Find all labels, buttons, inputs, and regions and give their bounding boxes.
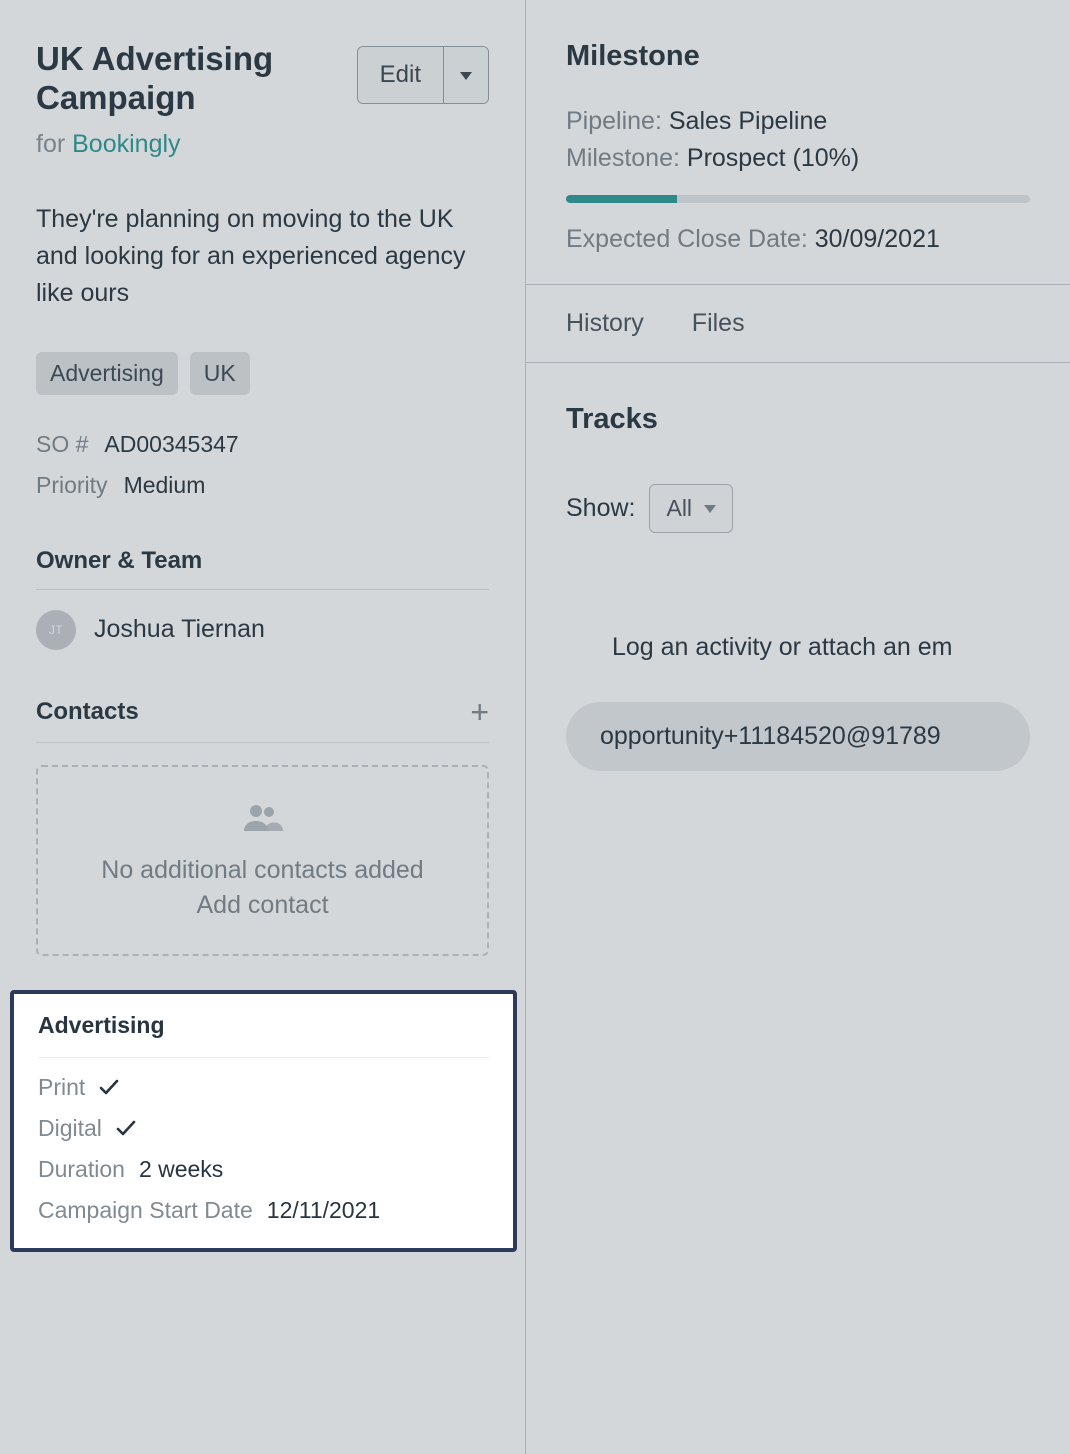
add-contact-link[interactable]: Add contact bbox=[58, 891, 467, 920]
add-contact-plus-icon[interactable]: + bbox=[470, 696, 489, 728]
milestone-progress bbox=[566, 195, 1030, 203]
edit-button-group: Edit bbox=[357, 46, 489, 104]
advertising-duration-row: Duration 2 weeks bbox=[38, 1156, 489, 1183]
milestone-progress-bar bbox=[566, 195, 677, 203]
advertising-digital-row: Digital bbox=[38, 1115, 489, 1142]
milestone-heading: Milestone bbox=[566, 40, 1030, 73]
organisation-link[interactable]: Bookingly bbox=[72, 130, 180, 158]
priority-row: Priority Medium bbox=[36, 472, 489, 499]
log-activity-prompt[interactable]: Log an activity or attach an em bbox=[566, 633, 1030, 662]
so-number-row: SO # AD00345347 bbox=[36, 431, 489, 458]
opportunity-email-pill[interactable]: opportunity+11184520@91789 bbox=[566, 702, 1030, 771]
contacts-empty-message: No additional contacts added bbox=[58, 856, 467, 885]
advertising-print-row: Print bbox=[38, 1074, 489, 1101]
advertising-card: Advertising Print Digital Duration 2 wee… bbox=[10, 990, 517, 1252]
owner-row[interactable]: JT Joshua Tiernan bbox=[36, 610, 489, 650]
opportunity-title: UK Advertising Campaign bbox=[36, 40, 336, 118]
owner-team-heading: Owner & Team bbox=[36, 547, 489, 575]
activity-tabs: History Files bbox=[526, 285, 1070, 363]
advertising-heading: Advertising bbox=[38, 1012, 489, 1039]
tab-files[interactable]: Files bbox=[692, 309, 745, 338]
milestone-panel: Milestone Pipeline: Sales Pipeline Miles… bbox=[526, 0, 1070, 285]
tracks-show-select[interactable]: All bbox=[649, 484, 733, 533]
tracks-heading: Tracks bbox=[566, 403, 1030, 436]
caret-down-icon bbox=[704, 505, 716, 513]
avatar: JT bbox=[36, 610, 76, 650]
owner-name: Joshua Tiernan bbox=[94, 615, 265, 644]
opportunity-description: They're planning on moving to the UK and… bbox=[36, 201, 489, 312]
milestone-line: Milestone: Prospect (10%) bbox=[566, 144, 1030, 173]
edit-button[interactable]: Edit bbox=[358, 47, 443, 103]
for-organisation: for Bookingly bbox=[36, 130, 489, 159]
edit-dropdown-button[interactable] bbox=[443, 47, 488, 103]
people-icon bbox=[58, 803, 467, 838]
expected-close-line: Expected Close Date: 30/09/2021 bbox=[566, 225, 1030, 254]
pipeline-line: Pipeline: Sales Pipeline bbox=[566, 107, 1030, 136]
tab-history[interactable]: History bbox=[566, 309, 644, 338]
contacts-heading: Contacts bbox=[36, 698, 139, 726]
check-icon bbox=[99, 1074, 119, 1101]
tag-advertising[interactable]: Advertising bbox=[36, 352, 178, 395]
tracks-show-label: Show: bbox=[566, 494, 635, 523]
contacts-empty-box: No additional contacts added Add contact bbox=[36, 765, 489, 956]
chevron-down-icon bbox=[460, 72, 472, 80]
advertising-start-date-row: Campaign Start Date 12/11/2021 bbox=[38, 1197, 489, 1224]
check-icon bbox=[116, 1115, 136, 1142]
tag-uk[interactable]: UK bbox=[190, 352, 250, 395]
